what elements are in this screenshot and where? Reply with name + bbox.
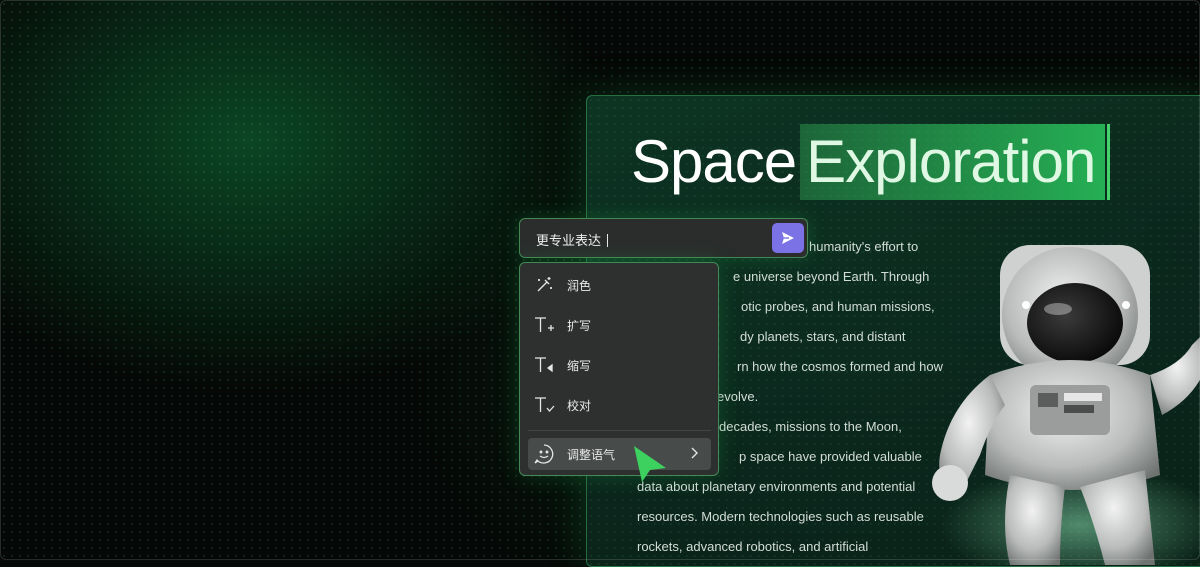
body-line: data about planetary environments and po… bbox=[637, 479, 916, 494]
chevron-right-icon bbox=[687, 446, 701, 463]
menu-item-label: 润色 bbox=[567, 278, 592, 293]
ai-actions-menu: 润色 扩写 缩写 校对 调整语气 bbox=[519, 262, 719, 476]
menu-divider bbox=[528, 430, 711, 431]
title-plain-text: Space bbox=[631, 128, 797, 195]
menu-item-proofread[interactable]: 校对 bbox=[528, 389, 711, 421]
magic-wand-icon bbox=[532, 273, 556, 297]
menu-item-label: 调整语气 bbox=[567, 447, 616, 462]
astronaut-image bbox=[932, 245, 1200, 565]
prompt-value: 更专业表达 bbox=[536, 233, 602, 248]
send-button[interactable] bbox=[772, 223, 804, 253]
menu-item-label: 校对 bbox=[567, 398, 592, 413]
text-shrink-icon bbox=[532, 353, 556, 377]
text-check-icon bbox=[532, 393, 556, 417]
document-title[interactable]: Space Exploration bbox=[629, 124, 1111, 200]
ai-prompt-input[interactable]: 更专业表达 bbox=[519, 218, 808, 258]
text-caret bbox=[1107, 124, 1111, 200]
send-icon bbox=[782, 232, 794, 244]
mouse-pointer-icon bbox=[634, 446, 666, 482]
input-cursor bbox=[607, 234, 609, 247]
text-expand-icon bbox=[532, 313, 556, 337]
menu-item-label: 扩写 bbox=[567, 318, 592, 333]
title-selected-text[interactable]: Exploration bbox=[800, 124, 1106, 200]
menu-item-polish[interactable]: 润色 bbox=[528, 269, 711, 301]
body-line: rockets, advanced robotics, and artifici… bbox=[637, 539, 869, 554]
smiley-icon bbox=[532, 442, 556, 466]
menu-item-adjust-tone[interactable]: 调整语气 bbox=[528, 438, 711, 470]
menu-item-shrink[interactable]: 缩写 bbox=[528, 349, 711, 381]
menu-item-expand[interactable]: 扩写 bbox=[528, 309, 711, 341]
menu-item-label: 缩写 bbox=[567, 358, 592, 373]
body-line: resources. Modern technologies such as r… bbox=[637, 509, 924, 524]
